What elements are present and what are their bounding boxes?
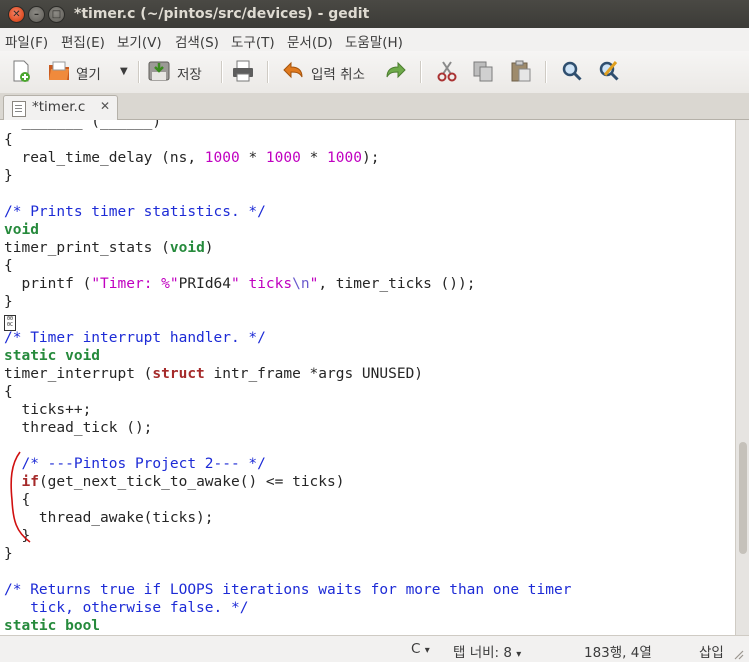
replace-icon xyxy=(599,61,619,81)
menu-help[interactable]: 도움말(H) xyxy=(345,31,403,51)
menu-file[interactable]: 파일(F) xyxy=(5,31,48,51)
code-line: } xyxy=(4,528,31,544)
code-line: /* Returns true if LOOPS iterations wait… xyxy=(4,582,572,598)
chevron-down-icon: ▾ xyxy=(424,645,430,656)
menu-search[interactable]: 검색(S) xyxy=(175,31,219,51)
toolbar-separator xyxy=(138,61,139,83)
toolbar: 열기 ▼ 저장 입력 취소 xyxy=(0,51,749,94)
status-bar: C ▾ 탭 너비: 8 ▾ 183행, 4열 삽입 xyxy=(0,635,749,662)
document-icon xyxy=(12,101,26,117)
undo-label[interactable]: 입력 취소 xyxy=(311,63,365,83)
code-line: { xyxy=(4,492,31,508)
vertical-scrollbar[interactable] xyxy=(735,120,749,635)
copy-icon xyxy=(473,61,493,82)
code-line: { xyxy=(4,258,13,274)
redo-button[interactable] xyxy=(384,59,408,83)
open-label[interactable]: 열기 xyxy=(76,63,101,83)
language-value: C xyxy=(411,641,421,657)
code-content: _______ (______) { real_time_delay (ns, 1… xyxy=(4,120,571,635)
code-line: timer_print_stats (void) xyxy=(4,240,214,256)
code-line: printf ("Timer: %"PRId64" ticks\n", time… xyxy=(4,276,476,292)
toolbar-separator xyxy=(420,61,421,83)
tab-width-value: 탭 너비: 8 xyxy=(453,645,512,661)
gedit-window: ✕ – □ *timer.c (~/pintos/src/devices) - … xyxy=(0,0,749,662)
code-line: static void xyxy=(4,348,101,364)
code-line: void xyxy=(4,222,39,238)
menu-documents[interactable]: 문서(D) xyxy=(287,31,333,51)
code-line: if(get_next_tick_to_awake() <= ticks) xyxy=(21,474,345,490)
code-line: static bool xyxy=(4,618,101,634)
find-button[interactable] xyxy=(560,59,584,83)
window-title: *timer.c (~/pintos/src/devices) - gedit xyxy=(74,6,370,22)
code-line: } xyxy=(4,168,13,184)
tab-width-selector[interactable]: 탭 너비: 8 ▾ xyxy=(453,641,521,661)
menu-tools[interactable]: 도구(T) xyxy=(231,31,275,51)
code-line: 00 0C xyxy=(4,311,571,331)
code-line: thread_awake(ticks); xyxy=(4,510,214,526)
toolbar-separator xyxy=(545,61,546,83)
code-line: thread_tick (); xyxy=(4,420,153,436)
print-button[interactable] xyxy=(231,59,255,83)
paste-icon xyxy=(511,60,531,82)
open-folder-icon xyxy=(49,61,69,80)
language-selector[interactable]: C ▾ xyxy=(411,641,430,657)
close-tab-icon[interactable]: ✕ xyxy=(100,99,110,113)
maximize-icon: □ xyxy=(51,9,62,20)
document-tab-bar: *timer.c ✕ xyxy=(0,93,749,120)
replace-button[interactable] xyxy=(597,59,621,83)
insert-mode: 삽입 xyxy=(699,645,724,661)
code-line: { xyxy=(4,132,13,148)
menu-edit[interactable]: 편집(E) xyxy=(61,31,105,51)
red-annotation-bracket xyxy=(10,451,31,543)
minimize-icon: – xyxy=(34,9,39,20)
copy-button[interactable] xyxy=(471,59,495,83)
code-line: real_time_delay (ns, 1000 * 1000 * 1000)… xyxy=(4,150,380,166)
code-line: /* Timer interrupt handler. */ xyxy=(4,330,266,346)
undo-icon xyxy=(283,61,303,79)
code-line: /* ---Pintos Project 2--- */ xyxy=(4,456,266,472)
maximize-window-button[interactable]: □ xyxy=(48,6,65,23)
cut-icon xyxy=(437,61,457,82)
save-label[interactable]: 저장 xyxy=(177,63,202,83)
cut-button[interactable] xyxy=(435,59,459,83)
scrollbar-thumb[interactable] xyxy=(739,442,747,554)
open-button[interactable] xyxy=(47,59,71,83)
find-icon xyxy=(562,61,582,81)
close-window-button[interactable]: ✕ xyxy=(8,6,25,23)
new-document-button[interactable] xyxy=(9,59,33,83)
chevron-down-icon: ▾ xyxy=(516,649,522,660)
toolbar-separator xyxy=(267,61,268,83)
print-icon xyxy=(233,60,253,82)
new-document-icon xyxy=(13,60,30,82)
menu-view[interactable]: 보기(V) xyxy=(117,31,162,51)
minimize-window-button[interactable]: – xyxy=(28,6,45,23)
code-line: ticks++; xyxy=(4,402,92,418)
save-button[interactable] xyxy=(147,59,171,83)
resize-grip-icon[interactable] xyxy=(732,648,744,660)
open-recent-dropdown[interactable]: ▼ xyxy=(120,66,128,77)
menu-bar: 파일(F) 편집(E) 보기(V) 검색(S) 도구(T) 문서(D) 도움말(… xyxy=(0,28,749,51)
text-editor[interactable]: _______ (______) { real_time_delay (ns, 1… xyxy=(0,120,735,635)
code-line: /* Prints timer statistics. */ xyxy=(4,204,266,220)
code-line: { xyxy=(4,384,13,400)
redo-icon xyxy=(386,61,406,79)
toolbar-separator xyxy=(221,61,222,83)
undo-button[interactable] xyxy=(281,59,305,83)
close-icon: ✕ xyxy=(12,9,21,20)
code-line: tick, otherwise false. */ xyxy=(4,600,249,616)
tab-timer-c[interactable]: *timer.c ✕ xyxy=(3,95,118,120)
title-bar: ✕ – □ *timer.c (~/pintos/src/devices) - … xyxy=(0,0,749,28)
code-line: _______ (______) xyxy=(21,120,162,130)
paste-button[interactable] xyxy=(509,59,533,83)
tab-label: *timer.c xyxy=(32,99,86,115)
code-line: } xyxy=(4,546,13,562)
save-icon xyxy=(148,61,170,81)
cursor-position: 183행, 4열 xyxy=(584,645,652,661)
code-line: } xyxy=(4,294,13,310)
code-line: timer_interrupt (struct intr_frame *args… xyxy=(4,366,424,382)
